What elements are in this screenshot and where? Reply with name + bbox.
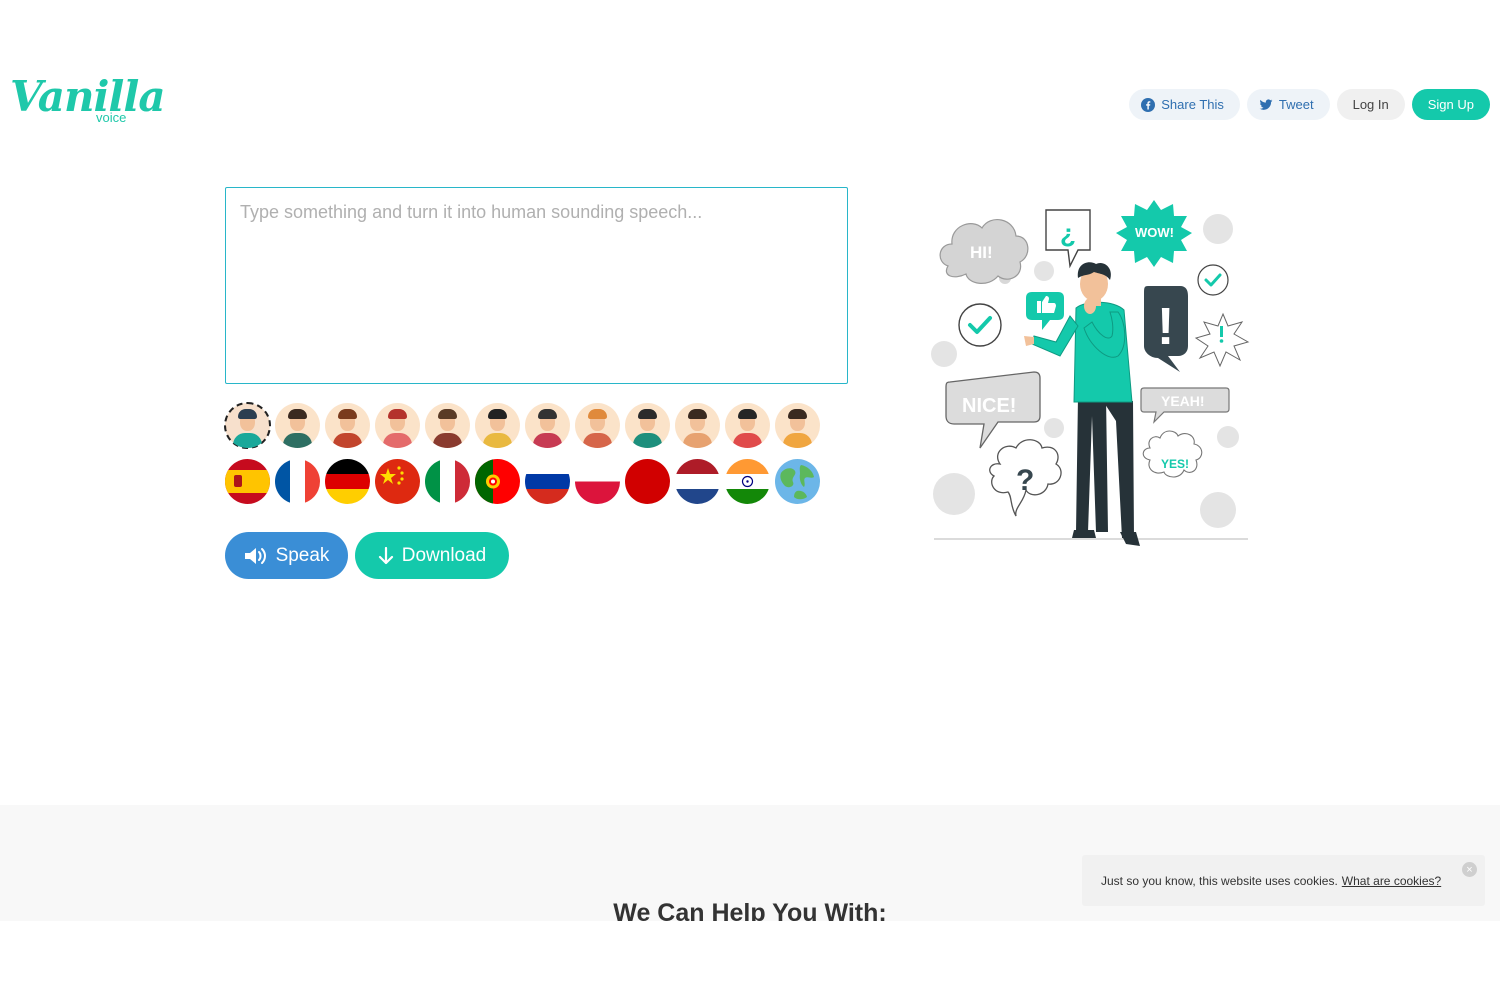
facebook-icon xyxy=(1141,97,1156,112)
chinese-flag-icon[interactable] xyxy=(375,459,420,504)
avatar-body xyxy=(633,433,662,448)
tweet-label: Tweet xyxy=(1278,97,1314,112)
logo[interactable]: Vanilla voice xyxy=(10,72,166,130)
bubble-wow-text: WOW! xyxy=(1135,225,1174,240)
alert-burst xyxy=(1194,312,1250,368)
avatar-body xyxy=(283,433,312,448)
bubble-question-text: ? xyxy=(1016,464,1034,497)
avatar-hair xyxy=(338,409,357,419)
japanese-flag-icon[interactable] xyxy=(625,459,670,504)
voice-avatar[interactable] xyxy=(224,402,271,449)
header: Vanilla voice Share This Tweet Log In Si… xyxy=(0,0,1500,170)
bubble-question: ? xyxy=(989,439,1062,517)
avatar-hair xyxy=(438,409,457,419)
german-flag-icon[interactable] xyxy=(325,459,370,504)
bubble-nice-text: NICE! xyxy=(962,395,1016,417)
logo-subtitle: voice xyxy=(96,110,127,125)
avatar-body xyxy=(333,433,362,448)
voice-avatar[interactable] xyxy=(575,403,620,448)
avatar-hair xyxy=(688,409,707,419)
arrow-down-icon xyxy=(378,546,393,564)
globe-icon[interactable] xyxy=(775,459,820,504)
avatar-body xyxy=(733,433,762,448)
bubble-yeah-text: YEAH! xyxy=(1161,393,1205,409)
avatar-hair xyxy=(238,409,257,419)
avatar-body xyxy=(383,433,412,448)
voice-avatar[interactable] xyxy=(325,403,370,448)
bubble-hi-text: HI! xyxy=(970,243,993,262)
avatar-body xyxy=(233,433,262,448)
avatar-body xyxy=(583,433,612,448)
avatar-body xyxy=(483,433,512,448)
logo-wordmark: Vanilla xyxy=(10,72,166,121)
cookie-info-link[interactable]: What are cookies? xyxy=(1342,874,1441,888)
download-button[interactable]: Download xyxy=(355,532,509,579)
spanish-flag-icon[interactable] xyxy=(225,459,270,504)
speech-bubbles-illustration: HI! ¿ WOW! ! NICE! YEAH! YES! ? xyxy=(931,200,1250,546)
twitter-icon xyxy=(1259,98,1273,110)
polish-flag-icon[interactable] xyxy=(575,459,620,504)
avatar-hair xyxy=(638,409,657,419)
voice-selector xyxy=(224,402,820,449)
cookie-banner: Just so you know, this website uses cook… xyxy=(1082,855,1485,906)
close-icon[interactable]: × xyxy=(1462,862,1477,877)
voice-avatar[interactable] xyxy=(725,403,770,448)
bubble-exclaim: ! xyxy=(1144,286,1188,372)
avatar-hair xyxy=(538,409,557,419)
tweet-button[interactable]: Tweet xyxy=(1246,89,1330,120)
speech-text-input[interactable] xyxy=(225,187,848,384)
avatar-body xyxy=(783,433,812,448)
login-button[interactable]: Log In xyxy=(1336,89,1405,120)
indian-flag-icon[interactable] xyxy=(725,459,770,504)
language-selector xyxy=(225,459,820,504)
french-flag-icon[interactable] xyxy=(275,459,320,504)
cookie-text: Just so you know, this website uses cook… xyxy=(1101,873,1338,888)
voice-avatar[interactable] xyxy=(625,403,670,448)
action-buttons: Speak Download xyxy=(225,532,509,579)
bubble-wow: WOW! xyxy=(1116,200,1192,267)
header-nav: Share This Tweet Log In Sign Up xyxy=(1129,89,1490,120)
bubble-yes-text: YES! xyxy=(1161,457,1189,471)
speak-button[interactable]: Speak xyxy=(225,532,348,579)
voice-avatar[interactable] xyxy=(275,403,320,448)
share-label: Share This xyxy=(1161,97,1224,112)
voice-avatar[interactable] xyxy=(525,403,570,448)
avatar-hair xyxy=(288,409,307,419)
voice-avatar[interactable] xyxy=(425,403,470,448)
avatar-hair xyxy=(738,409,757,419)
download-label: Download xyxy=(401,544,487,566)
bubble-inverted-question: ¿ xyxy=(1045,209,1091,269)
avatar-body xyxy=(433,433,462,448)
voice-avatar[interactable] xyxy=(775,403,820,448)
share-button[interactable]: Share This xyxy=(1129,89,1240,120)
russian-flag-icon[interactable] xyxy=(525,459,570,504)
check-icon xyxy=(1197,264,1229,296)
voice-avatar[interactable] xyxy=(675,403,720,448)
portuguese-flag-icon[interactable] xyxy=(475,459,520,504)
voice-avatar[interactable] xyxy=(475,403,520,448)
bubble-hi: HI! xyxy=(939,219,1029,284)
thumbs-up-icon xyxy=(1026,292,1064,330)
speak-label: Speak xyxy=(275,544,330,566)
avatar-body xyxy=(533,433,562,448)
speaker-icon xyxy=(244,547,266,564)
bubble-nice: NICE! xyxy=(945,371,1041,449)
signup-button[interactable]: Sign Up xyxy=(1411,89,1490,120)
avatar-hair xyxy=(588,409,607,419)
avatar-hair xyxy=(388,409,407,419)
dutch-flag-icon[interactable] xyxy=(675,459,720,504)
check-icon xyxy=(958,303,1002,347)
avatar-hair xyxy=(488,409,507,419)
avatar-hair xyxy=(788,409,807,419)
voice-avatar[interactable] xyxy=(375,403,420,448)
italian-flag-icon[interactable] xyxy=(425,459,470,504)
bubble-exclaim-text: ! xyxy=(1157,298,1174,356)
bubble-inverted-question-text: ¿ xyxy=(1060,218,1076,248)
bubble-yes: YES! xyxy=(1142,430,1203,478)
bubble-yeah: YEAH! xyxy=(1140,387,1230,424)
avatar-body xyxy=(683,433,712,448)
